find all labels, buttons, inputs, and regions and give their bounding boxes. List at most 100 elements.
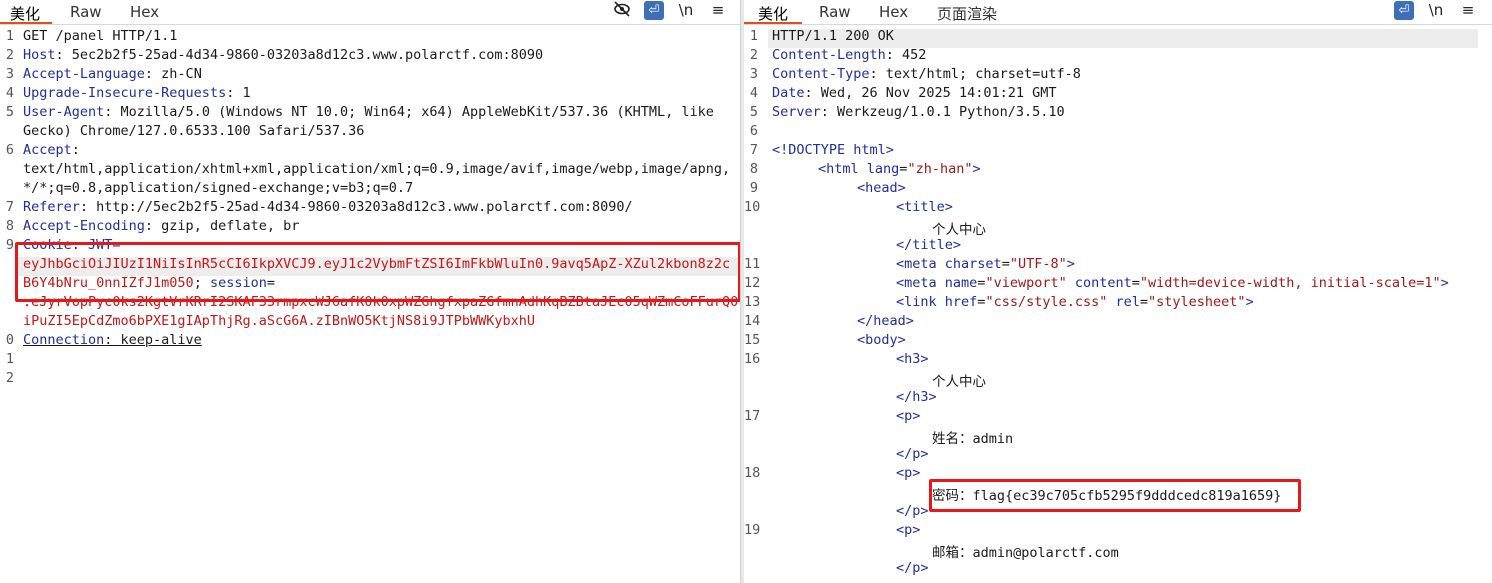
p-close-tag: </p>	[896, 503, 929, 519]
attr-name: content	[1066, 275, 1132, 291]
request-line: GET /panel HTTP/1.1	[23, 28, 178, 44]
attr-eq: =	[1139, 294, 1149, 310]
link-tag: <link href="css/style.css" rel="styleshe…	[896, 294, 1254, 310]
title-text: 个人中心	[932, 222, 986, 238]
attr-name: name	[944, 275, 978, 291]
line-number: 1	[5, 351, 14, 367]
line-number: 19	[744, 522, 761, 538]
header-key: User-Agent	[23, 104, 105, 120]
line-number: 6	[5, 142, 14, 158]
header-key: Accept-Language	[23, 66, 145, 82]
session-token-end: iPuZI5EpCdZmo6bPXE1gIApThjRg.aScG6A.zIBn…	[23, 313, 536, 329]
response-tabs: 美化 Raw Hex 页面渲染 ⏎ \n ≡	[744, 0, 1492, 25]
header-line: Date: Wed, 26 Nov 2025 14:01:21 GMT	[772, 85, 1056, 101]
html-tag: <html lang="zh-han">	[818, 161, 981, 177]
wrap-toggle-icon[interactable]: ⏎	[1394, 1, 1414, 20]
header-key: Accept	[23, 142, 72, 158]
line-number: 9	[749, 180, 758, 196]
h3-text: 个人中心	[932, 374, 986, 390]
header-key: Connection	[23, 332, 105, 348]
header-key: Upgrade-Insecure-Requests	[23, 85, 227, 101]
header-value: : Wed, 26 Nov 2025 14:01:21 GMT	[804, 85, 1057, 101]
header-value: : 5ec2b2f5-25ad-4d34-9860-03203a8d12c3.w…	[55, 47, 544, 63]
attr-name: rel	[1107, 294, 1140, 310]
menu-icon[interactable]: ≡	[1458, 1, 1478, 20]
h3-tag: <h3>	[896, 351, 929, 367]
line-number: 2	[749, 47, 758, 63]
line-number: 8	[5, 218, 14, 234]
header-value: : text/html; charset=utf-8	[869, 66, 1081, 82]
header-value-cont: */*;q=0.8,application/signed-exchange;v=…	[23, 180, 414, 196]
header-key: Referer	[23, 199, 80, 215]
header-key: Host	[23, 47, 56, 63]
line-number: 16	[744, 351, 761, 367]
header-value: : Mozilla/5.0 (Windows NT 10.0; Win64; x…	[104, 104, 714, 120]
attr-value: "UTF-8"	[1009, 256, 1067, 272]
meta-tag: <meta name="viewport" content="width=dev…	[896, 275, 1449, 291]
attr-eq: =	[1001, 256, 1010, 272]
header-line: Content-Type: text/html; charset=utf-8	[772, 66, 1081, 82]
header-line: Accept-Language: zh-CN	[23, 66, 202, 82]
header-line: Content-Length: 452	[772, 47, 926, 63]
tab-pretty[interactable]: 美化	[10, 3, 40, 24]
header-line: Host: 5ec2b2f5-25ad-4d34-9860-03203a8d12…	[23, 47, 543, 63]
line-number: 13	[744, 294, 761, 310]
active-tab-indicator	[0, 22, 52, 24]
header-value: : gzip, deflate, br	[144, 218, 300, 234]
status-line: HTTP/1.1 200 OK	[772, 28, 894, 44]
attr-eq: =	[1131, 275, 1140, 291]
header-value: : zh-CN	[144, 66, 202, 82]
header-line: Referer: http://5ec2b2f5-25ad-4d34-9860-…	[23, 199, 633, 215]
email-text: 邮箱：admin@polarctf.com	[932, 545, 1119, 561]
title-tag: <title>	[896, 199, 953, 215]
line-number: 5	[5, 104, 14, 120]
newline-toggle-icon[interactable]: \n	[1426, 1, 1446, 20]
line-number: 3	[749, 66, 758, 82]
header-value-cont: Gecko) Chrome/127.0.6533.100 Safari/537.…	[23, 123, 365, 139]
active-tab-indicator	[744, 22, 802, 24]
menu-icon[interactable]: ≡	[708, 1, 728, 20]
doctype: <!DOCTYPE html>	[772, 142, 894, 158]
tag-open: <link	[896, 294, 945, 310]
p-tag: <p>	[896, 522, 921, 538]
line-number: 11	[744, 256, 761, 272]
header-key: Server	[772, 104, 821, 120]
tab-render[interactable]: 页面渲染	[937, 3, 997, 24]
header-value: : 452	[885, 47, 927, 63]
header-key: Content-Length	[772, 47, 886, 63]
tag-close: >	[1245, 294, 1254, 310]
tab-raw[interactable]: Raw	[70, 3, 102, 21]
header-line: Upgrade-Insecure-Requests: 1	[23, 85, 251, 101]
line-number: 7	[749, 142, 758, 158]
name-text: 姓名：admin	[932, 431, 1014, 447]
header-line: Connection: keep-alive	[23, 332, 202, 348]
tag-close: >	[1066, 256, 1075, 272]
tab-hex[interactable]: Hex	[130, 3, 159, 21]
line-number: 2	[5, 370, 14, 386]
newline-toggle-icon[interactable]: \n	[676, 1, 696, 20]
hide-icon[interactable]	[612, 1, 632, 20]
header-line: User-Agent: Mozilla/5.0 (Windows NT 10.0…	[23, 104, 714, 120]
p-tag: <p>	[896, 465, 921, 481]
tab-hex[interactable]: Hex	[879, 3, 908, 21]
line-number: 4	[749, 85, 758, 101]
tab-pretty[interactable]: 美化	[758, 3, 788, 24]
tag-close: >	[972, 161, 981, 177]
header-key: Date	[772, 85, 805, 101]
p-tag: <p>	[896, 408, 921, 424]
p-close-tag: </p>	[896, 446, 929, 462]
line-number: 7	[5, 199, 14, 215]
wrap-toggle-icon[interactable]: ⏎	[644, 1, 664, 20]
p-close-tag: </p>	[896, 560, 929, 576]
header-value-cont: text/html,application/xhtml+xml,applicat…	[23, 161, 731, 177]
tag-open: <meta	[896, 275, 945, 291]
title-close-tag: </title>	[896, 237, 962, 253]
header-line: Accept:	[23, 142, 80, 158]
header-value: : Werkzeug/1.0.1 Python/3.5.10	[820, 104, 1065, 120]
request-tabs: 美化 Raw Hex ⏎ \n ≡	[0, 0, 740, 25]
line-number: 8	[749, 161, 758, 177]
body-tag: <body>	[857, 332, 906, 348]
line-number: 9	[5, 237, 14, 253]
tab-raw[interactable]: Raw	[819, 3, 851, 21]
line-number: 2	[5, 47, 14, 63]
